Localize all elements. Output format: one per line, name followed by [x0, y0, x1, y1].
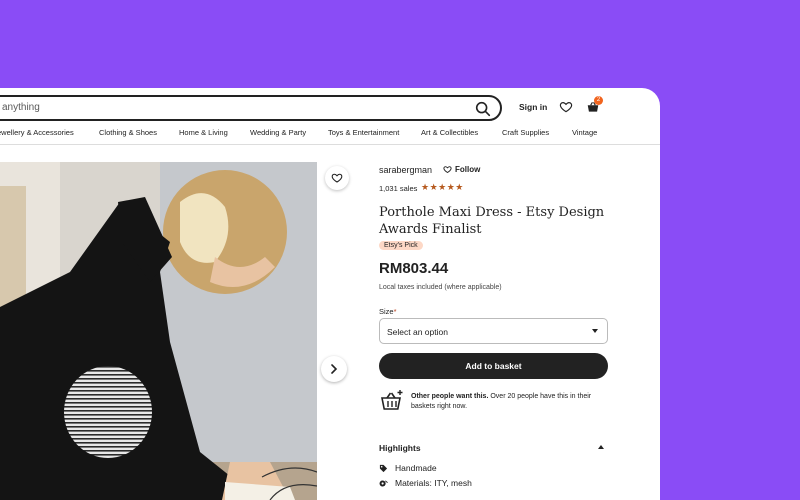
size-select-value: Select an option	[387, 327, 448, 337]
shop-name-link[interactable]: sarabergman	[379, 165, 432, 175]
required-mark: *	[393, 307, 397, 316]
sales-count: 1,031 sales	[379, 184, 418, 193]
next-image-button[interactable]	[321, 356, 347, 382]
header-divider	[0, 144, 660, 145]
size-label: Size*	[379, 307, 397, 316]
add-to-favorites-button[interactable]	[325, 166, 349, 190]
size-label-text: Size	[379, 307, 394, 316]
search-input[interactable]: anything	[2, 102, 40, 113]
search-icon[interactable]	[474, 100, 492, 118]
heart-icon	[331, 173, 343, 183]
caret-up-icon[interactable]	[598, 445, 604, 449]
rating-stars[interactable]: ★★★★★	[421, 182, 464, 193]
highlight-materials: Materials: ITY, mesh	[379, 478, 472, 488]
etsys-pick-badge: Etsy's Pick	[379, 241, 423, 250]
size-select[interactable]: Select an option	[379, 318, 608, 344]
product-price: RM803.44	[379, 260, 449, 277]
nav-item-home[interactable]: Home & Living	[179, 128, 228, 137]
sign-in-link[interactable]: Sign in	[519, 102, 547, 112]
tax-note: Local taxes included (where applicable)	[379, 284, 502, 291]
favorites-heart-icon[interactable]	[559, 100, 573, 114]
highlight-label: Materials: ITY, mesh	[395, 478, 472, 488]
follow-label: Follow	[455, 165, 481, 174]
basket-count-badge: 2	[594, 96, 603, 105]
nav-item-wedding[interactable]: Wedding & Party	[250, 128, 306, 137]
nav-item-clothing[interactable]: Clothing & Shoes	[99, 128, 157, 137]
materials-icon	[379, 479, 388, 487]
demand-bold: Other people want this.	[411, 393, 489, 400]
tag-icon	[379, 464, 388, 472]
nav-item-toys[interactable]: Toys & Entertainment	[328, 128, 399, 137]
demand-notice: Other people want this. Over 20 people h…	[411, 392, 607, 412]
nav-item-craft[interactable]: Craft Supplies	[502, 128, 549, 137]
product-photo	[0, 162, 317, 500]
add-to-basket-button[interactable]: Add to basket	[379, 353, 608, 379]
basket-demand-icon	[381, 390, 403, 410]
nav-item-vintage[interactable]: Vintage	[572, 128, 597, 137]
highlights-heading[interactable]: Highlights	[379, 443, 421, 453]
highlight-label: Handmade	[395, 463, 437, 473]
highlight-handmade: Handmade	[379, 463, 437, 473]
browser-window: anything Sign in 2 ewellery & Accessorie…	[0, 88, 660, 500]
caret-down-icon	[592, 329, 598, 333]
product-image[interactable]	[0, 162, 317, 500]
heart-icon	[443, 166, 452, 174]
product-title: Porthole Maxi Dress - Etsy Design Awards…	[379, 205, 605, 237]
nav-item-art[interactable]: Art & Collectibles	[421, 128, 478, 137]
search-bar[interactable]: anything	[0, 95, 502, 121]
chevron-right-icon	[331, 364, 338, 374]
follow-shop-button[interactable]: Follow	[443, 165, 480, 174]
nav-item-jewellery[interactable]: ewellery & Accessories	[0, 128, 74, 137]
